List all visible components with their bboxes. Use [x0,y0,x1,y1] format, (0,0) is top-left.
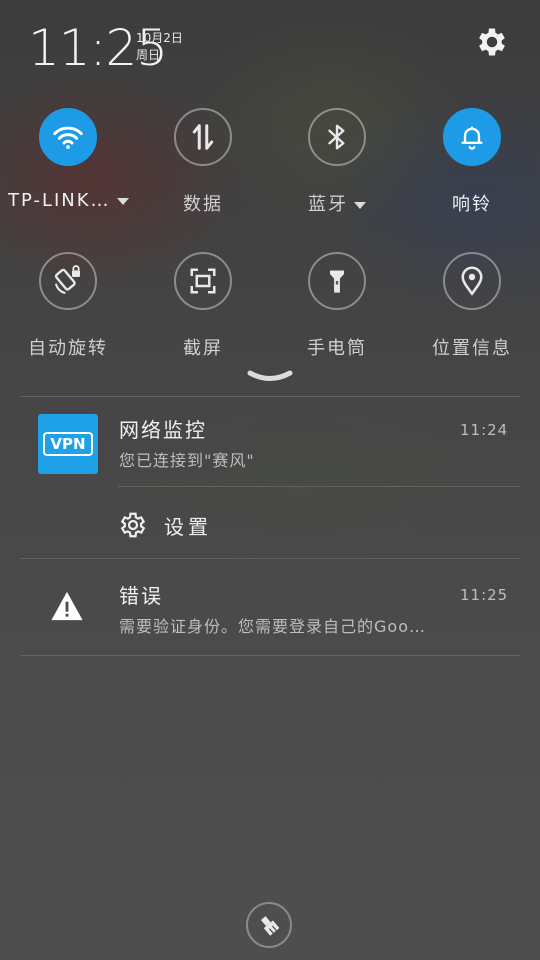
date-label: 10月2日 [136,31,183,45]
screenshot-label: 截屏 [183,338,223,359]
tile-location[interactable]: 位置信息 [412,252,532,360]
notification-text: 您已连接到"赛风" [119,451,255,470]
notification-title: 错误 [119,584,163,608]
gear-icon [120,512,146,538]
bluetooth-toggle[interactable] [308,108,366,166]
wifi-toggle[interactable] [39,108,97,166]
mobile-data-icon [192,124,214,150]
data-label: 数据 [183,194,223,215]
wifi-network-name: TP-LINK… [8,190,111,211]
notification-title: 网络监控 [119,418,207,442]
rotate-lock-icon [54,265,80,295]
tile-ringer[interactable]: 响铃 [412,108,532,216]
vpn-icon: VPN [38,414,98,474]
chevron-down-icon[interactable] [116,197,129,205]
bluetooth-label[interactable]: 蓝牙 [277,190,397,216]
tile-screenshot[interactable]: 截屏 [143,252,263,360]
screenshot-icon [190,268,216,294]
clear-all-button[interactable] [246,902,292,948]
auto-rotate-toggle[interactable] [39,252,97,310]
warning-icon [51,591,83,621]
location-toggle[interactable] [443,252,501,310]
auto-rotate-label: 自动旋转 [28,338,108,359]
weekday-label: 周日 [136,48,161,62]
location-label: 位置信息 [432,338,512,359]
notification-text: 需要验证身份。您需要登录自己的Goo… [119,617,426,636]
tile-data[interactable]: 数据 [143,108,263,216]
ringer-toggle[interactable] [443,108,501,166]
notification-time: 11:25 [460,586,509,604]
bell-icon [461,126,483,150]
expand-chevron-icon[interactable] [246,368,294,386]
data-toggle[interactable] [174,108,232,166]
tile-auto-rotate[interactable]: 自动旋转 [8,252,128,360]
tile-wifi[interactable]: TP-LINK… [8,108,129,211]
notification-shade: 11:25 10月2日 周日 TP-LINK… 数据 蓝牙 响铃 自动旋转 截屏… [0,0,540,960]
flashlight-toggle[interactable] [308,252,366,310]
location-icon [461,266,483,296]
bluetooth-icon [328,124,345,150]
screenshot-button[interactable] [174,252,232,310]
wifi-label[interactable]: TP-LINK… [8,190,129,211]
tile-flashlight[interactable]: 手电筒 [277,252,397,360]
tile-bluetooth[interactable]: 蓝牙 [277,108,397,216]
divider [20,558,520,559]
notification-time: 11:24 [460,421,509,439]
settings-action-label: 设置 [164,514,212,539]
settings-gear-icon[interactable] [474,24,510,60]
divider [118,486,520,487]
flashlight-icon [330,270,344,293]
divider [20,396,520,397]
date-block: 10月2日 周日 [136,30,183,64]
bluetooth-label-text: 蓝牙 [308,194,348,215]
wifi-icon [53,126,83,149]
divider [20,655,520,656]
flashlight-label: 手电筒 [307,338,367,359]
ringer-label: 响铃 [452,194,492,215]
chevron-down-icon[interactable] [354,201,366,209]
vpn-settings-action[interactable]: 设置 [118,508,212,542]
broom-icon [260,916,280,936]
